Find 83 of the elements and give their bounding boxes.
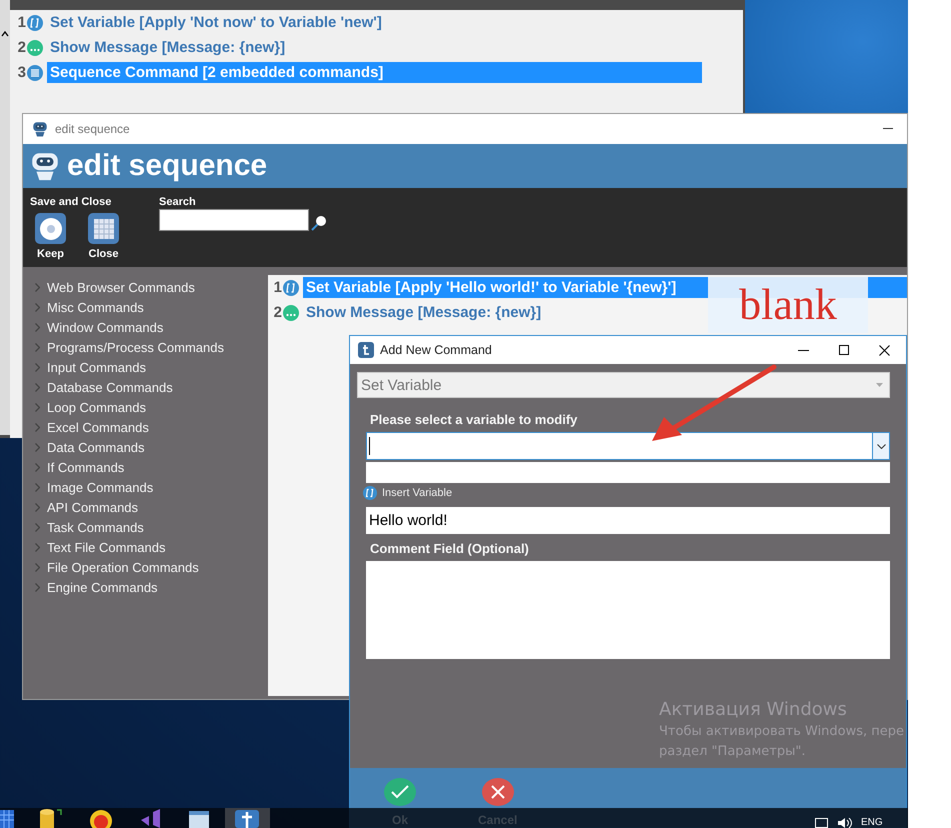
command-row[interactable]: Show Message [Message: {new}] bbox=[47, 37, 702, 58]
field-label: Please select a variable to modify bbox=[370, 412, 578, 427]
chevron-icon bbox=[35, 362, 40, 372]
checkmark-icon bbox=[391, 785, 409, 799]
category-item[interactable]: Misc Commands bbox=[47, 300, 144, 314]
dialog-title: Add New Command bbox=[380, 343, 492, 357]
brackets-icon bbox=[27, 14, 43, 30]
category-item[interactable]: If Commands bbox=[47, 460, 124, 474]
chevron-icon bbox=[35, 422, 40, 432]
category-item[interactable]: Programs/Process Commands bbox=[47, 340, 224, 354]
app-icon bbox=[358, 342, 374, 358]
chevron-icon bbox=[35, 462, 40, 472]
list-icon bbox=[27, 64, 43, 80]
volume-icon[interactable] bbox=[837, 818, 853, 828]
chevron-icon bbox=[35, 582, 40, 592]
annotation-label: blank bbox=[708, 277, 868, 333]
close-icon[interactable] bbox=[879, 344, 890, 356]
chevron-icon bbox=[35, 522, 40, 532]
command-row[interactable]: Show Message [Message: {new}] bbox=[303, 302, 544, 323]
command-dropdown[interactable]: Set Variable bbox=[357, 372, 890, 398]
robot-icon bbox=[31, 120, 49, 138]
category-item[interactable]: Text File Commands bbox=[47, 540, 166, 554]
line-number: 2 bbox=[16, 39, 26, 56]
chevron-icon bbox=[35, 342, 40, 352]
taskbar-button[interactable] bbox=[225, 808, 270, 828]
line-number: 1 bbox=[16, 14, 26, 31]
network-icon[interactable] bbox=[815, 818, 829, 828]
chevron-icon bbox=[35, 482, 40, 492]
grid-icon[interactable] bbox=[0, 808, 14, 828]
chevron-icon bbox=[35, 542, 40, 552]
category-item[interactable]: API Commands bbox=[47, 500, 138, 514]
category-item[interactable]: Input Commands bbox=[47, 360, 146, 374]
line-number: 2 bbox=[272, 304, 282, 321]
category-item[interactable]: Engine Commands bbox=[47, 580, 158, 594]
language-indicator[interactable]: ENG bbox=[861, 817, 883, 828]
close-icon bbox=[490, 785, 505, 799]
minimize-icon[interactable] bbox=[883, 128, 893, 130]
search-label: Search bbox=[159, 196, 197, 208]
chevron-icon bbox=[35, 282, 40, 292]
comment-field[interactable] bbox=[366, 561, 890, 659]
category-item[interactable]: Web Browser Commands bbox=[47, 280, 195, 294]
app-logo-icon[interactable] bbox=[90, 808, 112, 828]
insert-variable-link[interactable]: Insert Variable bbox=[382, 487, 452, 499]
group-label: Save and Close bbox=[30, 196, 112, 208]
chevron-icon bbox=[35, 322, 40, 332]
command-row[interactable]: Sequence Command [2 embedded commands] bbox=[47, 62, 702, 83]
category-item[interactable]: Loop Commands bbox=[47, 400, 146, 414]
window-icon[interactable] bbox=[189, 808, 209, 828]
header-title: edit sequence bbox=[67, 149, 268, 183]
category-item[interactable]: Window Commands bbox=[47, 320, 164, 334]
line-number: 1 bbox=[272, 279, 282, 296]
maximize-icon[interactable] bbox=[839, 345, 849, 355]
caret-icon bbox=[876, 383, 883, 387]
chevron-icon bbox=[35, 402, 40, 412]
grid-icon bbox=[92, 218, 114, 240]
category-item[interactable]: Task Commands bbox=[47, 520, 144, 534]
search-field[interactable] bbox=[159, 209, 309, 231]
brackets-icon bbox=[283, 280, 299, 296]
chevron-icon bbox=[35, 302, 40, 312]
caret-icon bbox=[876, 444, 886, 448]
chevron-icon bbox=[35, 442, 40, 452]
category-item[interactable]: Excel Commands bbox=[47, 420, 149, 434]
plus-icon bbox=[235, 808, 259, 828]
variable-combobox[interactable] bbox=[366, 432, 890, 460]
category-item[interactable]: Database Commands bbox=[47, 380, 173, 394]
chat-dots-icon bbox=[283, 304, 299, 320]
chevron-icon bbox=[35, 382, 40, 392]
brackets-icon bbox=[363, 486, 377, 500]
database-icon[interactable] bbox=[40, 808, 64, 828]
field-label: Comment Field (Optional) bbox=[370, 541, 530, 556]
category-item[interactable]: File Operation Commands bbox=[47, 560, 199, 574]
category-item[interactable]: Data Commands bbox=[47, 440, 145, 454]
command-row[interactable]: Set Variable [Apply 'Not now' to Variable 'new'] bbox=[47, 12, 702, 33]
window-title: edit sequence bbox=[55, 122, 130, 136]
category-item[interactable]: Image Commands bbox=[47, 480, 154, 494]
disc-icon bbox=[38, 216, 62, 240]
scroll-up-icon[interactable] bbox=[1, 30, 9, 38]
chevron-icon bbox=[35, 562, 40, 572]
value-field[interactable]: Hello world! bbox=[366, 507, 890, 534]
line-number: 3 bbox=[16, 64, 26, 81]
search-icon[interactable] bbox=[311, 215, 327, 231]
chat-dots-icon bbox=[27, 40, 43, 56]
chevron-icon bbox=[35, 502, 40, 512]
